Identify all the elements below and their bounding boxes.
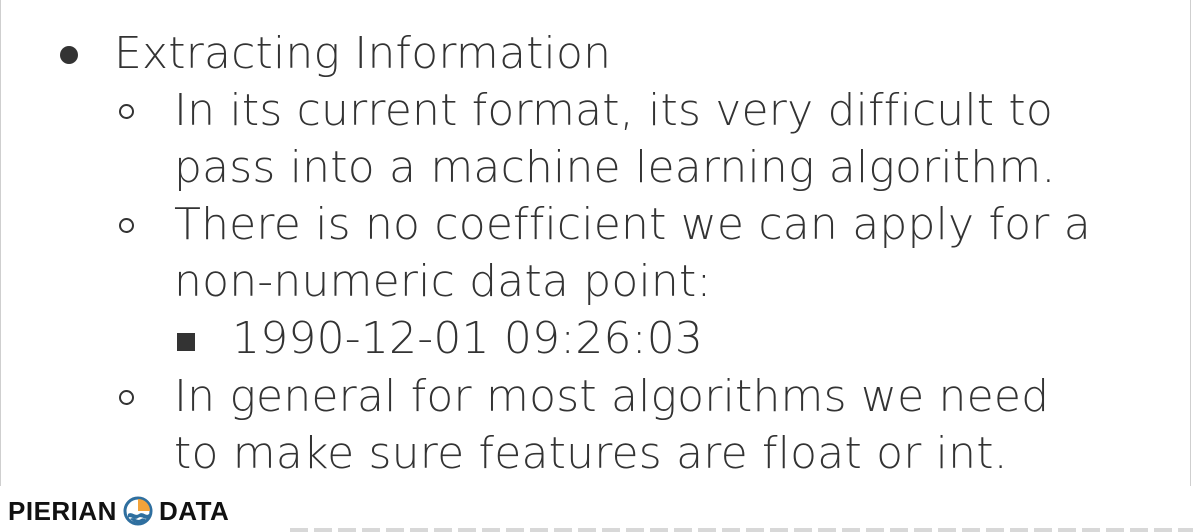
slide-right-border bbox=[1190, 0, 1191, 486]
bottom-strip bbox=[290, 528, 1193, 532]
slide-left-border bbox=[0, 0, 1, 486]
sub-point-1-line-2: pass into a machine learning algorithm. bbox=[174, 142, 1056, 193]
slide-heading: Extracting Information bbox=[114, 28, 612, 79]
heading-bullet-icon bbox=[60, 46, 78, 64]
example-bullet-icon bbox=[177, 333, 195, 351]
sub-point-3-line-1: In general for most algorithms we need bbox=[174, 371, 1050, 422]
logo-left-text: PIERIAN bbox=[8, 495, 117, 526]
sub-point-3-line-2: to make sure features are float or int. bbox=[174, 428, 1008, 479]
sub-bullet-icon bbox=[119, 390, 134, 405]
sub-bullet-icon bbox=[119, 104, 134, 119]
slide: Extracting Information In its current fo… bbox=[0, 0, 1193, 532]
example-datetime: 1990-12-01 09:26:03 bbox=[232, 313, 704, 364]
sub-point-2-line-2: non-numeric data point: bbox=[174, 256, 712, 307]
pierian-data-logo: PIERIAN DATA bbox=[8, 493, 229, 529]
sub-point-1-line-1: In its current format, its very difficul… bbox=[174, 85, 1053, 136]
sub-point-2-line-1: There is no coefficient we can apply for… bbox=[174, 199, 1091, 250]
logo-right-text: DATA bbox=[158, 495, 230, 526]
pierian-data-logo-mark-icon bbox=[123, 496, 153, 526]
sub-bullet-icon bbox=[119, 218, 134, 233]
